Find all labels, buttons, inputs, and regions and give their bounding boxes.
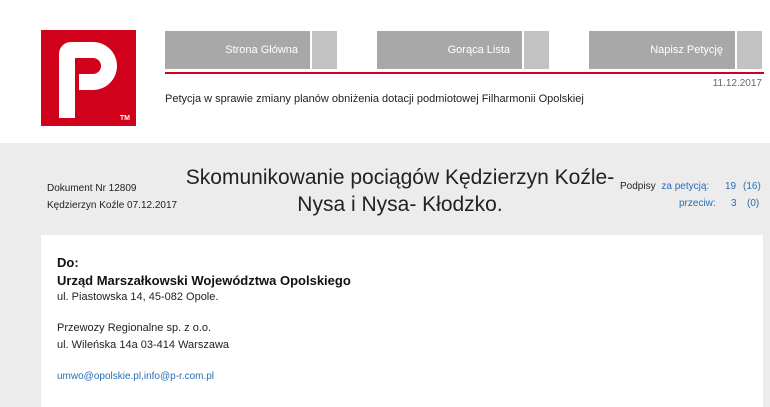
document-number: Dokument Nr 12809 (47, 183, 137, 194)
recipient-organization: Urząd Marszałkowski Województwa Opolskie… (57, 273, 351, 288)
nav-hot-tab-end[interactable] (524, 31, 549, 69)
signature-counts: Podpisy za petycją: 19 (16) przeciw: 3 (… (620, 178, 765, 212)
nav-write-tab-end[interactable] (737, 31, 762, 69)
recipient-heading: Do: (57, 255, 79, 270)
document-place-date: Kędzierzyn Koźle 07.12.2017 (47, 200, 178, 211)
nav-home-label: Strona Główna (225, 44, 298, 56)
nav-home-tab-end[interactable] (312, 31, 337, 69)
signatures-for-link[interactable]: za petycją: (661, 181, 709, 192)
document-meta: Dokument Nr 12809 Kędzierzyn Koźle 07.12… (47, 180, 177, 214)
header-divider (165, 72, 764, 74)
recipient-emails[interactable]: umwo@opolskie.pl,info@p-r.com.pl (57, 371, 214, 382)
featured-petition-link[interactable]: Petycja w sprawie zmiany planów obniżeni… (165, 93, 584, 105)
signatures-for-total[interactable]: (16) (743, 178, 761, 195)
logo-p-icon (59, 42, 117, 118)
signatures-against-total[interactable]: (0) (747, 195, 759, 212)
current-date: 11.12.2017 (712, 78, 762, 89)
nav-hot-button[interactable]: Gorąca Lista (377, 31, 522, 69)
recipient-address: ul. Piastowska 14, 45-082 Opole. (57, 291, 219, 303)
recipient-company-address: ul. Wileńska 14a 03-414 Warszawa (57, 339, 230, 351)
signatures-label: Podpisy (620, 181, 656, 192)
site-header: TM Strona Główna Gorąca Lista Napisz Pet… (0, 0, 770, 143)
logo-trademark: TM (119, 115, 130, 122)
signatures-against-link[interactable]: przeciw: (679, 195, 716, 212)
nav-write-button[interactable]: Napisz Petycję (589, 31, 735, 69)
signatures-against-count[interactable]: 3 (731, 195, 737, 212)
site-logo[interactable]: TM (41, 30, 136, 126)
signatures-for-count[interactable]: 19 (725, 178, 736, 195)
nav-write-label: Napisz Petycję (650, 44, 723, 56)
nav-home-button[interactable]: Strona Główna (165, 31, 310, 69)
petition-title: Skomunikowanie pociągów Kędzierzyn Koźle… (185, 166, 615, 216)
recipient-card: Do: Urząd Marszałkowski Województwa Opol… (41, 235, 763, 407)
nav-hot-label: Gorąca Lista (447, 44, 510, 56)
recipient-company: Przewozy Regionalne sp. z o.o. (57, 322, 212, 334)
